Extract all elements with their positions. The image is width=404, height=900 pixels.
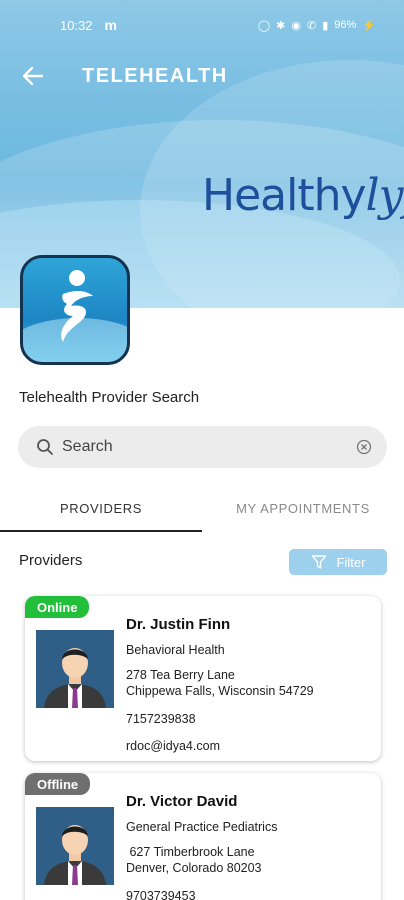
wifi-icon: ◉	[291, 19, 301, 32]
filter-button[interactable]: Filter	[289, 549, 387, 575]
brand-logo-part: Healthy	[202, 170, 367, 221]
brand-logo: Healthylyf	[202, 170, 404, 221]
charging-icon: ⚡	[362, 19, 376, 32]
doctor-avatar-icon	[36, 807, 114, 885]
filter-label: Filter	[336, 554, 366, 570]
search-bar[interactable]: Search	[18, 426, 387, 468]
app-logo	[20, 255, 130, 365]
status-icons: ◯ ✱ ◉ ✆ ▮ 96% ⚡	[258, 19, 376, 32]
provider-name: Dr. Victor David	[126, 793, 238, 810]
tab-my-appointments[interactable]: MY APPOINTMENTS	[202, 484, 404, 532]
provider-address-line1: 278 Tea Berry Lane	[126, 668, 235, 682]
providers-heading: Providers	[19, 552, 83, 569]
page-title: TELEHEALTH	[82, 64, 228, 87]
tab-providers[interactable]: PROVIDERS	[0, 484, 202, 532]
doctor-avatar-icon	[36, 630, 114, 708]
provider-email[interactable]: rdoc@idya4.com	[126, 739, 220, 753]
provider-address-line1: 627 Timberbrook Lane	[126, 845, 255, 859]
app-bar: TELEHEALTH	[0, 50, 404, 102]
provider-address-line2: Chippewa Falls, Wisconsin 54729	[126, 684, 314, 698]
person-logo-icon	[61, 270, 93, 342]
search-section-title: Telehealth Provider Search	[19, 389, 200, 406]
clear-icon	[356, 439, 372, 455]
provider-address-line2: Denver, Colorado 80203	[126, 861, 262, 875]
filter-icon	[311, 555, 326, 569]
status-badge: Online	[25, 596, 90, 618]
back-button[interactable]	[18, 61, 48, 91]
brand-logo-part: lyf	[365, 170, 404, 221]
provider-specialty: General Practice Pediatrics	[126, 820, 278, 834]
arrow-left-icon	[23, 67, 43, 85]
tab-bar: PROVIDERS MY APPOINTMENTS	[0, 484, 404, 532]
provider-name: Dr. Justin Finn	[126, 616, 231, 633]
search-input[interactable]: Search	[62, 438, 355, 456]
avatar	[36, 630, 114, 708]
signal-icon: ▮	[322, 19, 329, 32]
provider-card[interactable]: Online Dr. Justin Finn Behavioral Health…	[25, 596, 381, 761]
clear-search-button[interactable]	[355, 438, 373, 456]
battery-level: 96%	[334, 19, 357, 31]
provider-phone[interactable]: 7157239838	[126, 712, 196, 726]
provider-specialty: Behavioral Health	[126, 643, 225, 657]
search-icon	[37, 439, 53, 455]
alarm-icon: ◯	[257, 19, 271, 32]
avatar	[36, 807, 114, 885]
notification-icon: m	[104, 17, 117, 33]
status-bar: 10:32 m ◯ ✱ ◉ ✆ ▮ 96% ⚡	[0, 0, 404, 50]
call-icon: ✆	[306, 19, 317, 32]
status-time: 10:32	[60, 17, 93, 33]
status-badge: Offline	[25, 773, 91, 795]
bluetooth-icon: ✱	[276, 19, 286, 32]
provider-phone[interactable]: 9703739453	[126, 889, 196, 900]
provider-card[interactable]: Offline Dr. Victor David General Practic…	[25, 773, 381, 900]
